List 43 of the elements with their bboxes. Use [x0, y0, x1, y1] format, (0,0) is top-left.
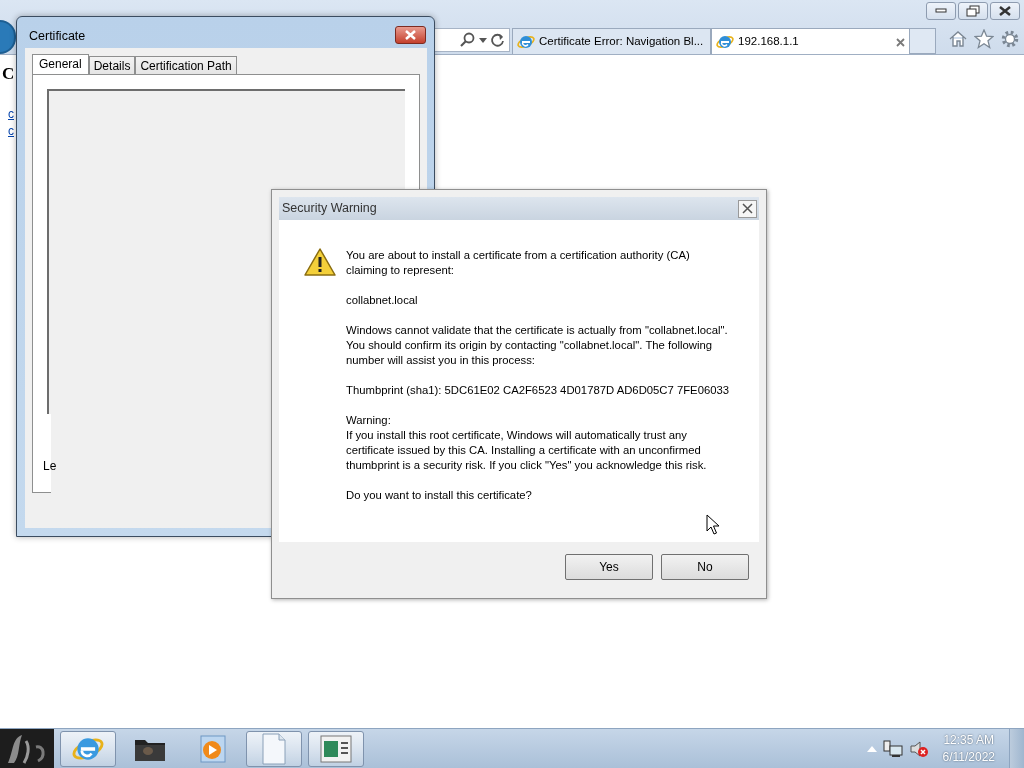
dropdown-icon[interactable]: [479, 37, 487, 43]
page-heading: C: [2, 64, 15, 84]
volume-muted-icon[interactable]: [908, 739, 929, 758]
search-icon[interactable]: [460, 32, 476, 48]
close-button[interactable]: [990, 2, 1020, 20]
network-icon[interactable]: [882, 739, 903, 758]
document-icon: [261, 732, 287, 765]
page-link[interactable]: c: [8, 105, 14, 123]
message-text: Do you want to install this certificate?: [346, 488, 533, 503]
close-button[interactable]: [738, 199, 757, 218]
message-text: Thumbprint (sha1): 5DC61E02 CA2F6523 4D01787D AD6D05C7 7FE06033: [346, 383, 731, 398]
message-text: You are about to install a certificate from a certification authority (CA) claiming to represent:: [346, 248, 691, 278]
browser-tab[interactable]: 192.168.1.1: [711, 28, 910, 54]
media-player-icon: [197, 733, 227, 764]
close-icon: [999, 6, 1011, 16]
window-title: Certificate: [29, 28, 86, 45]
message-text: Windows cannot validate that the certificate is actually from "collabnet.local". You should confirm its origin by contacting "collabnet.local". The following number will assist you in this process:: [346, 323, 729, 368]
field-label: Le: [43, 458, 57, 475]
minimize-icon: [935, 8, 947, 14]
close-tab-icon[interactable]: [896, 37, 905, 47]
browser-tab[interactable]: Certificate Error: Navigation Bl...: [512, 28, 711, 54]
dialog-button[interactable]: No: [661, 554, 749, 580]
close-icon: [404, 30, 417, 40]
message-text: collabnet.local: [346, 293, 419, 308]
taskbar-button[interactable]: [308, 730, 364, 767]
minimize-button[interactable]: [926, 2, 956, 20]
dialog-tab[interactable]: General: [32, 54, 89, 76]
cursor-icon: [706, 514, 720, 535]
settings-icon[interactable]: [1000, 29, 1020, 49]
close-icon: [742, 203, 753, 214]
dialog-title: Security Warning: [282, 200, 377, 218]
window-icon: [320, 734, 352, 763]
home-icon[interactable]: [948, 29, 968, 49]
page-link[interactable]: c: [8, 122, 14, 140]
restore-icon: [966, 5, 980, 17]
refresh-icon[interactable]: [490, 32, 505, 48]
restore-button[interactable]: [958, 2, 988, 20]
close-button[interactable]: [395, 26, 426, 44]
warning-icon: [304, 248, 336, 277]
star-icon[interactable]: [974, 29, 994, 49]
message-text: Warning: If you install this root certificate, Windows will automatically trust any certificate issued by this CA. Installing a certificate with an unconfirmed thumbprint is a security risk. If you click "Yes" you acknowledge this risk.: [346, 413, 708, 473]
dialog-tab[interactable]: Certification Path: [135, 56, 237, 76]
dialog-button[interactable]: Yes: [565, 554, 653, 580]
